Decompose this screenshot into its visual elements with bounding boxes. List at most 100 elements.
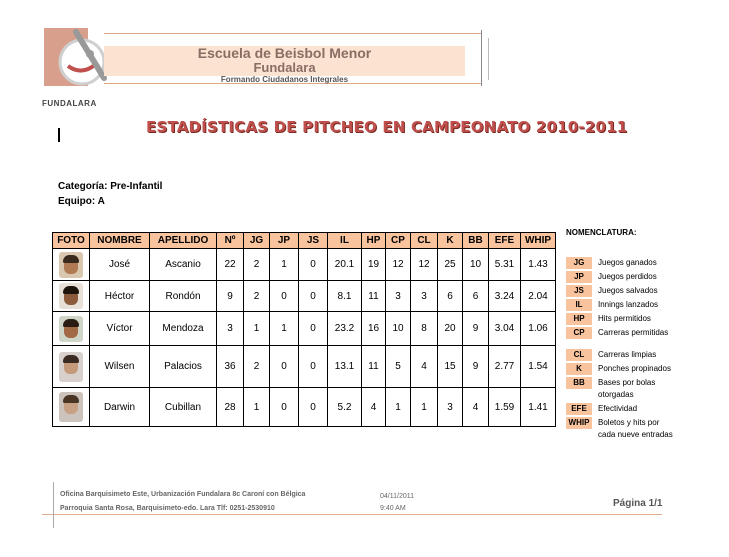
- header-divider: [488, 38, 489, 80]
- nomenclature-desc: Juegos ganados: [598, 258, 657, 267]
- nomenclature-code: WHIP: [566, 417, 592, 429]
- cell-hp: 11: [361, 280, 386, 312]
- cell-cp: 12: [385, 248, 411, 281]
- nomenclature-item: CP Carreras permitidas: [566, 327, 678, 339]
- footer-time: 9:40 AM: [380, 505, 406, 512]
- pitching-stats-table: FOTO NOMBRE APELLIDO Nº JG JP JS IL HP C…: [52, 232, 556, 427]
- cell-il: 5.2: [327, 387, 362, 427]
- cell-nombre: Víctor: [89, 311, 150, 346]
- cell-jp: 1: [269, 248, 299, 281]
- cell-cp: 10: [385, 311, 411, 346]
- table-row: José Ascanio 22 2 1 0 20.1 19 12 12 25 1…: [52, 248, 556, 281]
- text-cursor: [58, 128, 60, 142]
- team-label: Equipo: A: [58, 196, 105, 207]
- player-photo: [52, 311, 90, 346]
- player-photo: [52, 280, 90, 312]
- cell-bb: 9: [462, 311, 489, 346]
- column-header: NOMBRE: [89, 232, 150, 249]
- school-name: Escuela de Beisbol Menor: [197, 45, 372, 61]
- footer-address-line1: Oficina Barquisimeto Este, Urbanización …: [60, 491, 306, 498]
- player-photo: [52, 248, 90, 281]
- cell-cp: 5: [385, 345, 411, 388]
- cell-cl: 8: [410, 311, 438, 346]
- cell-bb: 4: [462, 387, 489, 427]
- cell-k: 3: [437, 387, 463, 427]
- category-label: Categoría: Pre-Infantil: [58, 181, 163, 192]
- cell-numero: 9: [216, 280, 244, 312]
- footer-divider: [53, 482, 54, 528]
- cell-numero: 3: [216, 311, 244, 346]
- table-header-row: FOTO NOMBRE APELLIDO Nº JG JP JS IL HP C…: [52, 232, 556, 249]
- nomenclature-desc: Efectividad: [598, 404, 638, 413]
- table-row: Víctor Mendoza 3 1 1 0 23.2 16 10 8 20 9…: [52, 311, 556, 346]
- cell-jg: 1: [243, 387, 270, 427]
- cell-nombre: Héctor: [89, 280, 150, 312]
- column-header: Nº: [216, 232, 244, 249]
- cell-whip: 2.04: [520, 280, 556, 312]
- nomenclature-item: WHIP Boletos y hits por cada nueve entrad…: [566, 417, 678, 441]
- nomenclature-code: BB: [566, 377, 592, 389]
- header-divider: [481, 30, 482, 86]
- nomenclature-code: EFE: [566, 403, 592, 415]
- nomenclature-item: JG Juegos ganados: [566, 257, 678, 269]
- cell-hp: 11: [361, 345, 386, 388]
- cell-apellido: Rondón: [149, 280, 217, 312]
- nomenclature-item: CL Carreras limpias: [566, 349, 678, 361]
- column-header: HP: [361, 232, 386, 249]
- logo-caption: FUNDALARA: [42, 99, 97, 108]
- cell-jp: 0: [269, 345, 299, 388]
- cell-jg: 2: [243, 345, 270, 388]
- cell-numero: 36: [216, 345, 244, 388]
- column-header: CL: [410, 232, 438, 249]
- nomenclature-item: JS Juegos salvados: [566, 285, 678, 297]
- nomenclature-code: IL: [566, 299, 592, 311]
- header-rule: [104, 33, 482, 34]
- table-row: Héctor Rondón 9 2 0 0 8.1 11 3 3 6 6 3.2…: [52, 280, 556, 312]
- player-photo: [52, 387, 90, 427]
- cell-jg: 2: [243, 248, 270, 281]
- column-header: JP: [269, 232, 299, 249]
- nomenclature-item: EFE Efectividad: [566, 403, 678, 415]
- nomenclature-code: JS: [566, 285, 592, 297]
- nomenclature-item: HP Hits permitidos: [566, 313, 678, 325]
- cell-jg: 1: [243, 311, 270, 346]
- nomenclature-desc: Juegos perdidos: [598, 272, 657, 281]
- nomenclature-desc: Ponches propinados: [598, 364, 671, 373]
- cell-k: 6: [437, 280, 463, 312]
- nomenclature-code: JG: [566, 257, 592, 269]
- footer-address-line2: Parroquia Santa Rosa, Barquisimeto-edo. …: [60, 505, 275, 512]
- nomenclature-title: NOMENCLATURA:: [566, 228, 637, 237]
- cell-js: 0: [298, 280, 328, 312]
- cell-hp: 19: [361, 248, 386, 281]
- cell-apellido: Ascanio: [149, 248, 217, 281]
- cell-whip: 1.06: [520, 311, 556, 346]
- cell-k: 25: [437, 248, 463, 281]
- cell-cl: 4: [410, 345, 438, 388]
- cell-efe: 3.04: [488, 311, 521, 346]
- cell-nombre: Wilsen: [89, 345, 150, 388]
- cell-apellido: Palacios: [149, 345, 217, 388]
- nomenclature-desc: Carreras permitidas: [598, 328, 669, 337]
- cell-k: 15: [437, 345, 463, 388]
- document-title: ESTADÍSTICAS DE PITCHEO EN CAMPEONATO 20…: [146, 118, 628, 136]
- school-motto: Formando Ciudadanos Integrales: [220, 75, 349, 84]
- nomenclature-item: K Ponches propinados: [566, 363, 678, 375]
- column-header: JG: [243, 232, 270, 249]
- table-row: Wilsen Palacios 36 2 0 0 13.1 11 5 4 15 …: [52, 345, 556, 388]
- cell-jg: 2: [243, 280, 270, 312]
- cell-efe: 3.24: [488, 280, 521, 312]
- cell-bb: 6: [462, 280, 489, 312]
- nomenclature-code: K: [566, 363, 592, 375]
- cell-js: 0: [298, 387, 328, 427]
- cell-il: 23.2: [327, 311, 362, 346]
- cell-cp: 3: [385, 280, 411, 312]
- cell-efe: 1.59: [488, 387, 521, 427]
- cell-efe: 2.77: [488, 345, 521, 388]
- cell-numero: 22: [216, 248, 244, 281]
- cell-whip: 1.54: [520, 345, 556, 388]
- column-header: JS: [298, 232, 328, 249]
- cell-cl: 1: [410, 387, 438, 427]
- cell-jp: 0: [269, 387, 299, 427]
- cell-bb: 10: [462, 248, 489, 281]
- nomenclature-code: CP: [566, 327, 592, 339]
